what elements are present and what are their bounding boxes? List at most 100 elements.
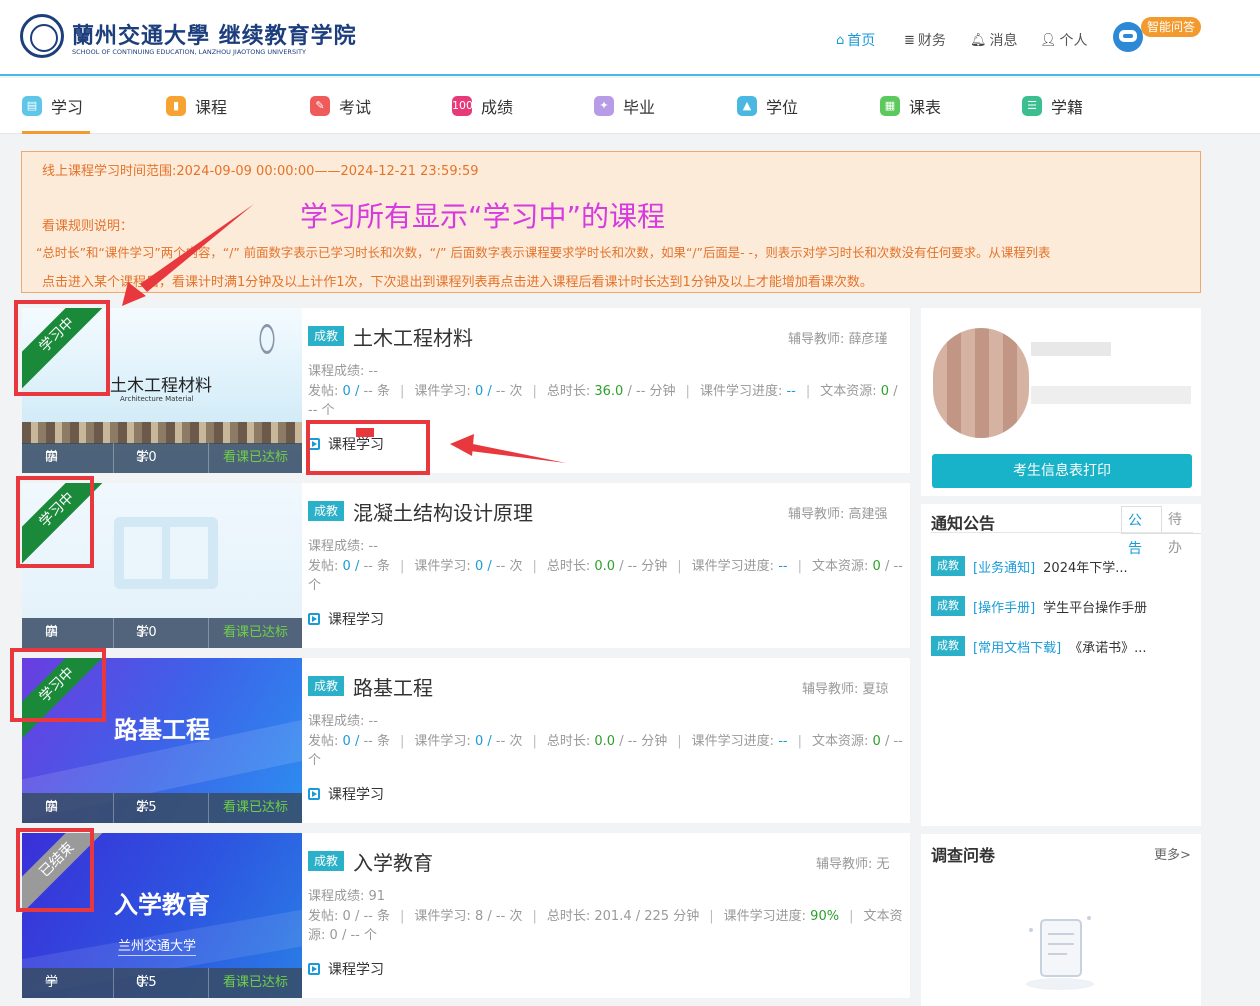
notice-item[interactable]: 成教 [业务通知] 2024年下学... (931, 556, 1128, 576)
tab-graduation[interactable]: ✦ 毕业 (594, 78, 655, 134)
book-open-icon: ▤ (22, 96, 42, 116)
profile-panel: 考生信息表打印 (921, 308, 1201, 496)
notice-item[interactable]: 成教 [常用文档下载] 《承诺书》... (931, 636, 1147, 656)
calendar-icon: ▦ (880, 96, 900, 116)
term-value: 四 (45, 450, 59, 465)
course-score: 课程成绩: 91 (308, 889, 386, 904)
course-teacher: 辅导教师: 薛彦瑾 (788, 332, 888, 347)
term-value: 一 (45, 975, 59, 990)
thumb-subtitle: Architecture Material (120, 395, 194, 403)
notice-panel: 通知公告 公告 待办 成教 [业务通知] 2024年下学... 成教 [操作手册] 学生… (921, 504, 1201, 826)
course-info: 成教 混凝土结构设计原理 辅导教师: 高建强 课程成绩: -- 发帖: 0 / … (308, 483, 908, 648)
course-stats: 发帖: 0 / -- 条 | 课件学习: 0 / -- 次 | 总时长: 0.0 / -… (308, 559, 903, 593)
thumb-title: 土木工程材料 (110, 376, 212, 396)
nav-messages[interactable]: 🔔︎ 消息 (970, 30, 1018, 50)
course-score: 课程成绩: -- (308, 539, 378, 554)
survey-more-link[interactable]: 更多> (1154, 844, 1191, 863)
header: 蘭州交通大學 继续教育学院 SCHOOL OF CONTINUING EDUCA… (0, 0, 1260, 76)
user-avatar (933, 328, 1029, 438)
view-status: 看课已达标 (223, 450, 289, 465)
annotation-box (16, 476, 94, 568)
user-icon: 👤︎ (1040, 32, 1057, 48)
main-tabs: ▤ 学习 ▮ 课程 ✎ 考试 100 成绩 ✦ 毕业 ▲ 学位 ▦ 课表 ☰ 学籍 (0, 78, 1260, 134)
course-study-button[interactable]: 课程学习 (308, 609, 384, 629)
thumb-subtitle: 兰州交通大学 (118, 935, 197, 956)
gear-decoration-icon (256, 317, 278, 361)
university-logo[interactable]: 蘭州交通大學 继续教育学院 SCHOOL OF CONTINUING EDUCA… (20, 14, 356, 62)
blurred-user-name (1031, 342, 1111, 356)
thumb-footer: 学期: 四 学分: 2.5 看课已达标 (22, 793, 302, 823)
view-status: 看课已达标 (223, 800, 289, 815)
play-icon (308, 963, 320, 975)
tab-timetable[interactable]: ▦ 课表 (880, 78, 941, 134)
course-card: 土木工程材料 Architecture Material 学习中 学期: 四 学… (22, 308, 910, 473)
survey-title: 调查问卷 (931, 846, 996, 865)
graduation-cap-icon: ▲ (737, 96, 757, 116)
annotation-box (10, 648, 106, 722)
tab-grades[interactable]: 100 成绩 (452, 78, 513, 134)
course-name[interactable]: 混凝土结构设计原理 (353, 497, 533, 526)
pencil-icon: ✎ (310, 96, 330, 116)
course-card: 学习中 学期: 四 学分: 3.0 看课已达标 成教 混凝土结构设计原理 辅导教… (22, 483, 910, 648)
bell-icon: 🔔︎ (970, 32, 987, 48)
play-icon (308, 613, 320, 625)
list-icon: ☰ (1022, 96, 1042, 116)
course-study-button[interactable]: 课程学习 (308, 959, 384, 979)
course-tag: 成教 (308, 501, 345, 521)
tab-degree[interactable]: ▲ 学位 (737, 78, 798, 134)
course-tag: 成教 (308, 326, 345, 346)
tab-exams[interactable]: ✎ 考试 (310, 78, 371, 134)
notice-item[interactable]: 成教 [操作手册] 学生平台操作手册 (931, 596, 1147, 616)
course-info: 成教 入学教育 辅导教师: 无 课程成绩: 91 发帖: 0 / -- 条 | 课件… (308, 833, 908, 998)
study-time-range: 线上课程学习时间范围:2024-09-09 00:00:00——2024-12-… (42, 164, 479, 179)
materials-strip (22, 422, 302, 444)
university-seal-icon (20, 14, 64, 58)
nav-home[interactable]: ⌂ 首页 (836, 30, 875, 50)
course-name[interactable]: 路基工程 (353, 672, 433, 701)
tab-courses[interactable]: ▮ 课程 (166, 78, 227, 134)
course-teacher: 辅导教师: 夏琼 (802, 682, 889, 697)
credit-value: 2.5 (136, 800, 157, 815)
thumb-title: 入学教育 (114, 891, 210, 919)
view-status: 看课已达标 (223, 625, 289, 640)
empty-document-icon (1026, 916, 1094, 990)
home-icon: ⌂ (836, 32, 845, 48)
course-tag: 成教 (308, 851, 345, 871)
print-student-info-button[interactable]: 考生信息表打印 (932, 454, 1192, 488)
course-teacher: 辅导教师: 高建强 (788, 507, 888, 522)
tab-student-status[interactable]: ☰ 学籍 (1022, 78, 1083, 134)
credit-value: 3.0 (136, 625, 157, 640)
course-tag: 成教 (308, 676, 345, 696)
tab-todo[interactable]: 待办 (1162, 506, 1201, 556)
course-info: 成教 路基工程 辅导教师: 夏琼 课程成绩: -- 发帖: 0 / -- 条 | 课… (308, 658, 908, 823)
tab-announcements[interactable]: 公告 (1121, 506, 1162, 557)
nav-personal[interactable]: 👤︎ 个人 (1040, 30, 1088, 50)
nav-finance[interactable]: ≣ 财务 (904, 30, 946, 50)
thumb-footer: 学期: 四 学分: 3.0 看课已达标 (22, 618, 302, 648)
survey-panel: 调查问卷 更多> (921, 834, 1201, 1006)
credit-value: 3.0 (136, 450, 157, 465)
play-icon (308, 788, 320, 800)
course-score: 课程成绩: -- (308, 714, 378, 729)
credit-value: 0.5 (136, 975, 157, 990)
course-stats: 发帖: 0 / -- 条 | 课件学习: 8 / -- 次 | 总时长: 201.4 /… (308, 909, 903, 943)
certificate-icon: ✦ (594, 96, 614, 116)
annotation-box (14, 300, 110, 396)
thumb-footer: 学期: 一 学分: 0.5 看课已达标 (22, 968, 302, 998)
course-study-button[interactable]: 课程学习 (308, 784, 384, 804)
course-stats: 发帖: 0 / -- 条 | 课件学习: 0 / -- 次 | 总时长: 0.0 / -… (308, 734, 903, 768)
logo-subtitle: SCHOOL OF CONTINUING EDUCATION, LANZHOU … (72, 48, 306, 56)
annotation-box (16, 828, 94, 912)
ai-qa-badge[interactable]: 智能问答 (1141, 17, 1202, 37)
rule-line-2: 点击进入某个课程后，看课计时满1分钟及以上计作1次，下次退出到课程列表再点击进入… (42, 275, 873, 290)
thumb-footer: 学期: 四 学分: 3.0 看课已达标 (22, 443, 302, 473)
course-name[interactable]: 入学教育 (353, 847, 433, 876)
coins-icon: ≣ (904, 32, 915, 48)
course-card: 路基工程 学习中 学期: 四 学分: 2.5 看课已达标 成教 路基工程 辅导教… (22, 658, 910, 823)
term-value: 四 (45, 800, 59, 815)
blurred-user-info (1031, 386, 1191, 404)
course-name[interactable]: 土木工程材料 (353, 322, 473, 351)
course-card: 入学教育 兰州交通大学 已结束 学期: 一 学分: 0.5 看课已达标 成教 入… (22, 833, 910, 998)
ai-robot-icon[interactable] (1113, 22, 1143, 52)
tab-study[interactable]: ▤ 学习 (22, 78, 91, 134)
